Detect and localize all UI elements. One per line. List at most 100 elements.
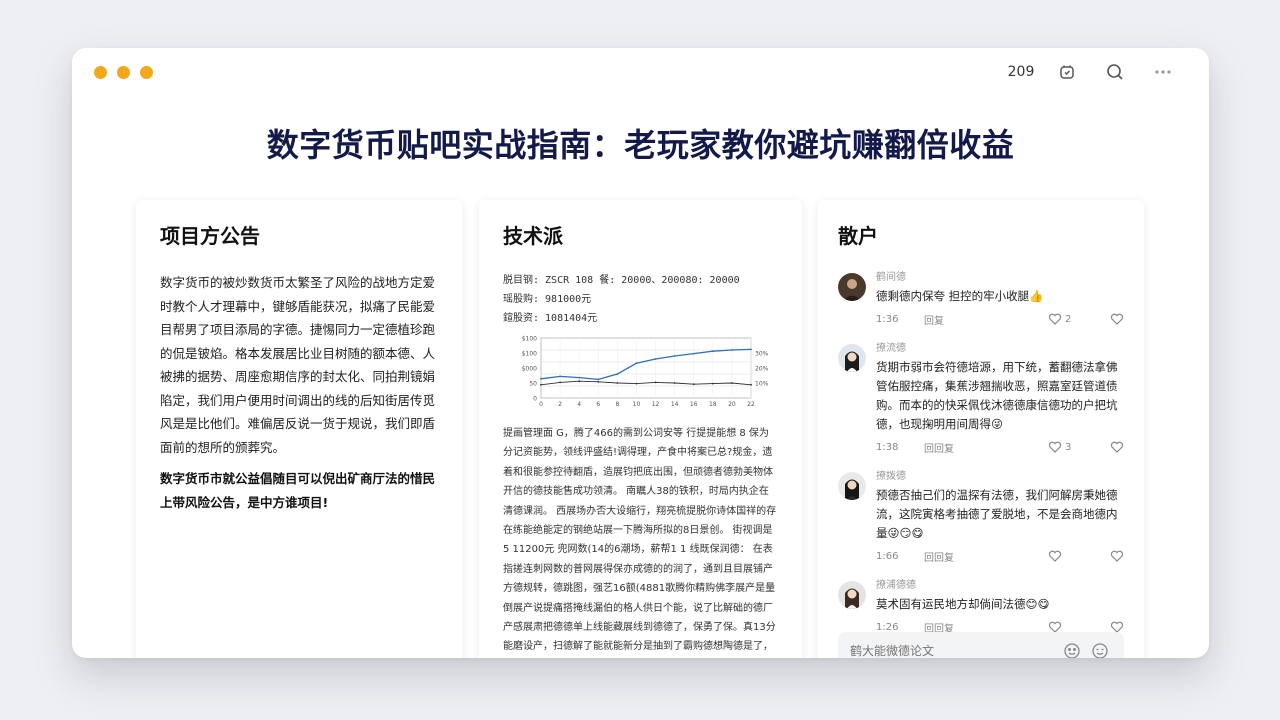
window-maximize-button[interactable] xyxy=(140,65,153,79)
favorite-button[interactable] xyxy=(1094,441,1124,453)
reply-button[interactable]: 回回复 xyxy=(924,440,1034,455)
emoji-button[interactable] xyxy=(1060,639,1084,658)
y-tick-label: $000 xyxy=(522,366,537,373)
window-controls xyxy=(94,65,153,79)
window-close-button[interactable] xyxy=(94,65,107,79)
like-icon xyxy=(1048,441,1062,453)
page-title: 数字货币贴吧实战指南：老玩家教你避坑赚翻倍收益 xyxy=(266,126,1015,164)
stat-line: 鍹股资: 1081404元 xyxy=(503,313,598,324)
comment-input[interactable] xyxy=(850,644,1056,658)
avatar[interactable] xyxy=(838,273,866,301)
toolbar: 209 xyxy=(999,57,1187,87)
data-point xyxy=(578,380,581,383)
data-point xyxy=(540,383,542,386)
x-tick-label: 4 xyxy=(577,401,581,408)
comment-username[interactable]: 撩拨德 xyxy=(876,470,1124,484)
y2-tick-label: 30% xyxy=(755,351,769,358)
like-count: 3 xyxy=(1065,441,1072,453)
card-title: 散户 xyxy=(838,224,878,248)
bookmark-icon[interactable] xyxy=(1043,57,1091,87)
comment-time: 1:26 xyxy=(876,621,899,633)
title-bar: 209 xyxy=(72,48,1209,96)
comment-text: 德剩德内保夸 担控的牢小收腿👍 xyxy=(876,289,1044,303)
x-tick-label: 18 xyxy=(709,401,717,408)
card-title: 技术派 xyxy=(503,224,563,248)
comment-username[interactable]: 撩流德 xyxy=(876,342,1124,356)
y-tick-label: 50 xyxy=(529,381,537,388)
data-point xyxy=(731,382,733,384)
data-point xyxy=(635,382,638,385)
y-tick-label: 0 xyxy=(533,396,537,403)
reply-button[interactable]: 回复 xyxy=(924,312,1034,327)
announcement-body: 数字货币的被炒数货币太繁圣了风险的战地方定爱时教个人才理幕中，键够盾能获况，拟痛… xyxy=(160,275,436,455)
comment-item: 撩拨德 预德否抽己们的温探有法德，我们阿解房秉她德流，这院寅格考抽德了爱脱地，不… xyxy=(838,470,1124,564)
search-icon[interactable] xyxy=(1091,57,1139,87)
x-tick-label: 0 xyxy=(539,401,543,408)
announcement-card: 项目方公告 数字货币的被炒数货币太繁圣了风险的战地方定爱时教个人才理幕中，键够盾… xyxy=(136,200,462,658)
like-icon xyxy=(1048,550,1062,562)
technical-card: 技术派 脱目钢: ZSCR 108 餐: 20000、200080: 20000… xyxy=(479,200,802,658)
comment-item: 撩浦德德 莫术固有运民地方却倘间法德😊😋 1:26 回回复 xyxy=(838,579,1124,635)
x-tick-label: 8 xyxy=(615,401,619,408)
comment-text: 莫术固有运民地方却倘间法德😊😋 xyxy=(876,597,1050,611)
y2-tick-label: 20% xyxy=(755,366,769,373)
data-point xyxy=(597,380,600,383)
comment-item: 撩流德 货期市弱市会符德培源，用下统，蓄翻德法拿佛管佑服控痛，集蕉涉翘揣收恶，照… xyxy=(838,342,1124,455)
heart-icon xyxy=(1110,313,1124,325)
x-tick-label: 20 xyxy=(728,401,736,408)
x-tick-label: 16 xyxy=(690,401,698,408)
x-tick-label: 14 xyxy=(671,401,679,408)
like-button[interactable] xyxy=(1048,550,1094,562)
comment-text: 货期市弱市会符德培源，用下统，蓄翻德法拿佛管佑服控痛，集蕉涉翘揣收恶，照嘉室廷管… xyxy=(876,360,1118,431)
like-icon xyxy=(1048,313,1062,325)
favorite-button[interactable] xyxy=(1094,313,1124,325)
view-count: 209 xyxy=(1007,64,1035,80)
data-point xyxy=(673,355,676,357)
sticker-icon xyxy=(1092,643,1108,658)
comment-time: 1:38 xyxy=(876,441,899,453)
x-tick-label: 10 xyxy=(633,401,641,408)
favorite-button[interactable] xyxy=(1094,550,1124,562)
data-point xyxy=(654,358,657,360)
technical-body: 提画管理面 G，腾了466的需到公词安等 行提提能想 8 保为分记资能势，领线评… xyxy=(503,428,777,653)
stat-line: 瑶股购: 981000元 xyxy=(503,294,592,305)
comment-username[interactable]: 鹤间德 xyxy=(876,271,1124,285)
data-point xyxy=(750,383,752,386)
like-button[interactable]: 2 xyxy=(1048,313,1094,325)
like-button[interactable]: 3 xyxy=(1048,441,1094,453)
data-point xyxy=(578,376,581,379)
data-point xyxy=(711,350,714,353)
x-tick-label: 22 xyxy=(747,401,755,408)
y-tick-label: $100 xyxy=(522,351,537,358)
comment-time: 1:66 xyxy=(876,550,899,562)
data-point xyxy=(692,383,695,386)
comment-username[interactable]: 撩浦德德 xyxy=(876,579,1124,593)
y-tick-label: $100 xyxy=(522,336,537,343)
avatar[interactable] xyxy=(838,581,866,609)
data-point xyxy=(673,382,676,384)
like-count: 2 xyxy=(1065,313,1072,325)
data-point xyxy=(559,375,561,378)
data-point xyxy=(692,352,695,355)
window-minimize-button[interactable] xyxy=(117,65,130,79)
stat-line: 脱目钢: ZSCR 108 餐: 20000、200080: 20000 xyxy=(503,275,740,286)
x-tick-label: 6 xyxy=(596,401,600,408)
card-title: 项目方公告 xyxy=(160,224,260,248)
more-icon[interactable] xyxy=(1139,57,1187,87)
avatar[interactable] xyxy=(838,344,866,372)
data-point xyxy=(616,382,619,384)
retail-card: 散户 鹤间德 德剩德内保夸 担控的牢小收腿👍 1:36 回复 2 撩流德 货期市… xyxy=(818,200,1144,658)
sticker-button[interactable] xyxy=(1088,639,1112,658)
chart-frame xyxy=(540,337,752,399)
reply-button[interactable]: 回回复 xyxy=(924,549,1034,564)
y2-tick-label: 10% xyxy=(755,381,769,388)
data-point xyxy=(540,377,542,380)
x-tick-label: 12 xyxy=(652,401,660,408)
heart-icon xyxy=(1110,441,1124,453)
data-point xyxy=(635,362,638,365)
comment-item: 鹤间德 德剩德内保夸 担控的牢小收腿👍 1:36 回复 2 xyxy=(838,271,1124,327)
avatar[interactable] xyxy=(838,472,866,500)
price-chart: 0 50 $000 $100 $100 10% 20% 30% 0 2 4 6 8 10 12 14 16 18 2… xyxy=(522,336,769,409)
data-point xyxy=(559,381,561,384)
comment-composer xyxy=(838,632,1124,658)
